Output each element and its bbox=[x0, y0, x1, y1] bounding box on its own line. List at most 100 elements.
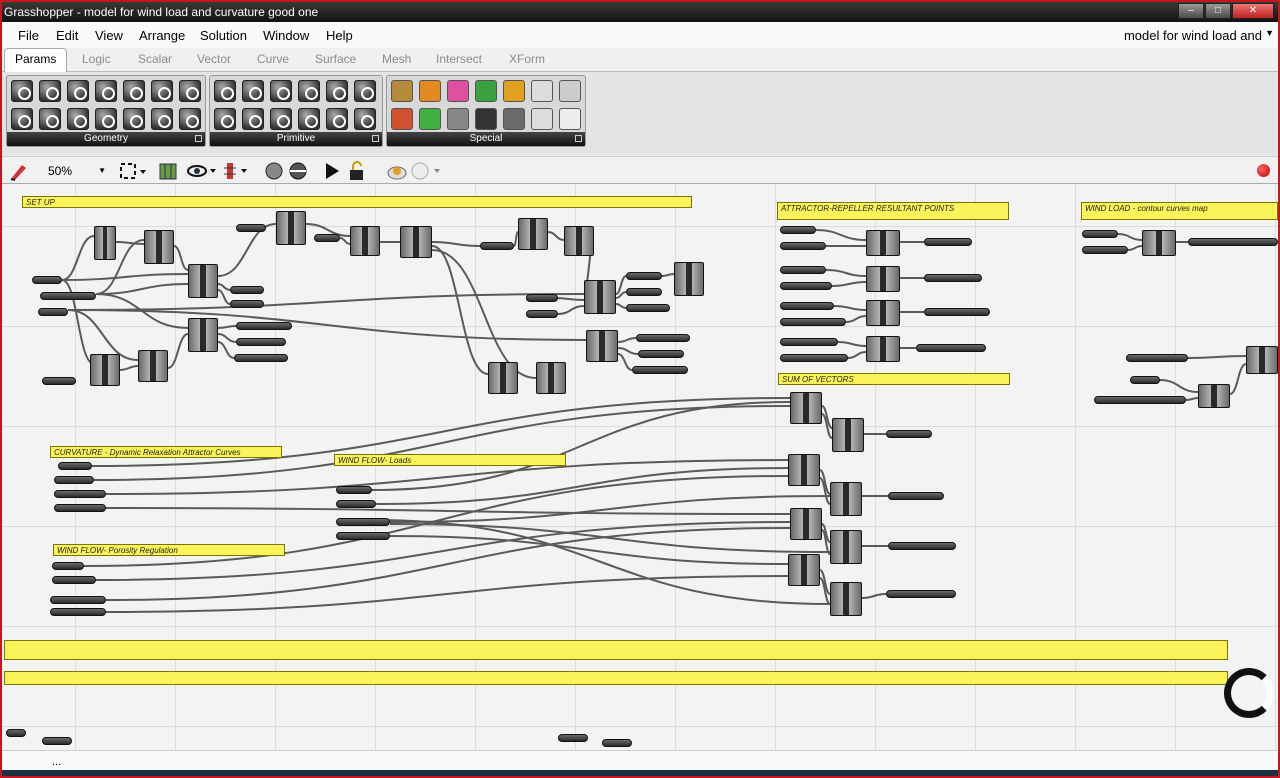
component-icon[interactable] bbox=[475, 80, 497, 102]
component-node[interactable] bbox=[830, 530, 862, 564]
component-node[interactable] bbox=[866, 230, 900, 256]
parameter-node[interactable] bbox=[526, 294, 558, 302]
parameter-node[interactable] bbox=[234, 354, 288, 362]
component-icon[interactable] bbox=[354, 80, 376, 102]
parameter-node[interactable] bbox=[54, 504, 106, 512]
zoom-selector[interactable]: 50% ▼ bbox=[42, 162, 108, 180]
component-node[interactable] bbox=[536, 362, 566, 394]
tab-params[interactable]: Params bbox=[4, 48, 68, 72]
component-icon[interactable] bbox=[242, 80, 264, 102]
parameter-node[interactable] bbox=[780, 302, 834, 310]
parameter-node[interactable] bbox=[40, 292, 96, 300]
component-icon[interactable] bbox=[123, 80, 145, 102]
component-node[interactable] bbox=[1246, 346, 1278, 374]
component-icon[interactable] bbox=[270, 108, 292, 130]
component-node[interactable] bbox=[674, 262, 704, 296]
component-icon[interactable] bbox=[67, 80, 89, 102]
graph-canvas[interactable]: SET UP ATTRACTOR-REPELLER RESULTANT POIN… bbox=[2, 184, 1278, 750]
component-icon[interactable] bbox=[503, 108, 525, 130]
component-icon[interactable] bbox=[67, 108, 89, 130]
component-icon[interactable] bbox=[447, 108, 469, 130]
parameter-node[interactable] bbox=[336, 518, 390, 526]
parameter-node[interactable] bbox=[602, 739, 632, 747]
component-icon[interactable] bbox=[559, 108, 581, 130]
parameter-node[interactable] bbox=[886, 590, 956, 598]
parameter-node[interactable] bbox=[1082, 230, 1118, 238]
component-icon[interactable] bbox=[298, 108, 320, 130]
component-icon[interactable] bbox=[326, 80, 348, 102]
parameter-node[interactable] bbox=[230, 300, 264, 308]
component-icon[interactable] bbox=[11, 80, 33, 102]
parameter-node[interactable] bbox=[52, 576, 96, 584]
tab-scalar[interactable]: Scalar bbox=[138, 52, 172, 66]
parameter-node[interactable] bbox=[638, 350, 684, 358]
parameter-node[interactable] bbox=[6, 729, 26, 737]
component-icon[interactable] bbox=[531, 108, 553, 130]
parameter-node[interactable] bbox=[780, 282, 832, 290]
component-icon[interactable] bbox=[95, 80, 117, 102]
menu-help[interactable]: Help bbox=[326, 28, 353, 43]
component-icon[interactable] bbox=[39, 108, 61, 130]
parameter-node[interactable] bbox=[888, 542, 956, 550]
component-icon[interactable] bbox=[179, 80, 201, 102]
parameter-node[interactable] bbox=[780, 318, 846, 326]
component-icon[interactable] bbox=[298, 80, 320, 102]
chevron-down-icon[interactable]: ▼ bbox=[1265, 28, 1274, 38]
parameter-node[interactable] bbox=[1130, 376, 1160, 384]
parameter-node[interactable] bbox=[780, 338, 838, 346]
parameter-node[interactable] bbox=[42, 737, 72, 745]
component-node[interactable] bbox=[830, 482, 862, 516]
component-node[interactable] bbox=[790, 392, 822, 424]
component-node[interactable] bbox=[350, 226, 380, 256]
component-node[interactable] bbox=[1142, 230, 1176, 256]
component-node[interactable] bbox=[564, 226, 594, 256]
bake-sphere-icon[interactable] bbox=[264, 161, 286, 181]
menu-arrange[interactable]: Arrange bbox=[139, 28, 185, 43]
tab-intersect[interactable]: Intersect bbox=[436, 52, 482, 66]
close-button[interactable]: ✕ bbox=[1232, 3, 1274, 19]
component-icon[interactable] bbox=[242, 108, 264, 130]
group-setup[interactable]: SET UP bbox=[22, 196, 692, 208]
preview-icon[interactable] bbox=[222, 161, 250, 181]
component-icon[interactable] bbox=[270, 80, 292, 102]
component-node[interactable] bbox=[400, 226, 432, 258]
component-icon[interactable] bbox=[123, 108, 145, 130]
parameter-node[interactable] bbox=[38, 308, 68, 316]
parameter-node[interactable] bbox=[924, 274, 982, 282]
component-node[interactable] bbox=[94, 226, 116, 260]
tab-xform[interactable]: XForm bbox=[509, 52, 545, 66]
component-node[interactable] bbox=[518, 218, 548, 250]
component-node[interactable] bbox=[276, 211, 306, 245]
component-node[interactable] bbox=[138, 350, 168, 382]
component-icon[interactable] bbox=[151, 108, 173, 130]
component-icon[interactable] bbox=[503, 80, 525, 102]
parameter-node[interactable] bbox=[336, 500, 376, 508]
tab-surface[interactable]: Surface bbox=[315, 52, 356, 66]
parameter-node[interactable] bbox=[626, 272, 662, 280]
tab-mesh[interactable]: Mesh bbox=[382, 52, 411, 66]
parameter-node[interactable] bbox=[1094, 396, 1186, 404]
eye-icon[interactable] bbox=[186, 161, 218, 181]
group-sum-of-vectors[interactable]: SUM OF VECTORS bbox=[778, 373, 1010, 385]
parameter-node[interactable] bbox=[626, 304, 670, 312]
component-icon[interactable] bbox=[391, 108, 413, 130]
group-attractor-repeller[interactable]: ATTRACTOR-REPELLER RESULTANT POINTS bbox=[777, 202, 1009, 220]
document-selector[interactable]: model for wind load and bbox=[1124, 28, 1262, 43]
component-icon[interactable] bbox=[39, 80, 61, 102]
parameter-node[interactable] bbox=[50, 596, 106, 604]
component-icon[interactable] bbox=[559, 80, 581, 102]
component-node[interactable] bbox=[90, 354, 120, 386]
component-icon[interactable] bbox=[531, 80, 553, 102]
parameter-node[interactable] bbox=[636, 334, 690, 342]
tab-logic[interactable]: Logic bbox=[82, 52, 111, 66]
menu-solution[interactable]: Solution bbox=[200, 28, 247, 43]
lock-icon[interactable] bbox=[346, 161, 368, 181]
parameter-node[interactable] bbox=[916, 344, 986, 352]
parameter-node[interactable] bbox=[230, 286, 264, 294]
brush-icon[interactable] bbox=[8, 161, 30, 181]
bake-helmet-icon[interactable] bbox=[288, 161, 310, 181]
menu-edit[interactable]: Edit bbox=[56, 28, 78, 43]
parameter-node[interactable] bbox=[780, 242, 826, 250]
parameter-node[interactable] bbox=[52, 562, 84, 570]
parameter-node[interactable] bbox=[558, 734, 588, 742]
